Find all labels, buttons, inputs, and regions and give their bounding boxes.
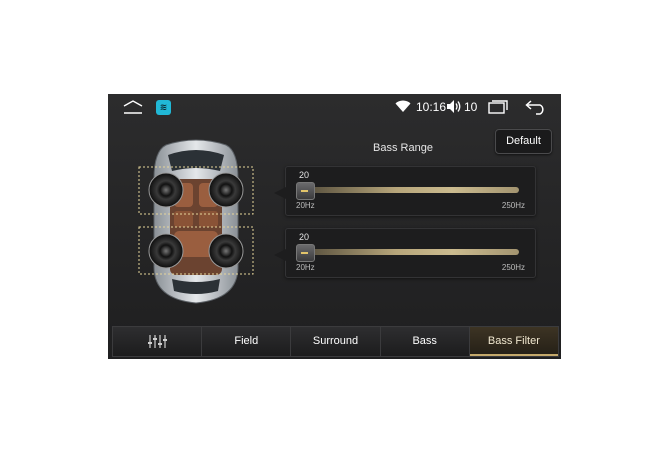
bass-range-title: Bass Range <box>373 142 433 154</box>
tab-bar: Field Surround Bass Enhancement Bass Fil… <box>112 326 559 357</box>
bass-range-slider-1: 20 20Hz 250Hz <box>274 166 536 216</box>
slider-value: 20 <box>299 170 310 180</box>
tab-surround[interactable]: Surround <box>291 327 381 356</box>
slider-track[interactable] <box>296 249 519 255</box>
car-audio-screen: ≋ 10:16 10 Default Bass Range 20 20Hz 25… <box>108 94 561 359</box>
status-time: 10:16 <box>416 100 447 114</box>
slider-min-label: 20Hz <box>296 263 315 272</box>
tab-bass-filter[interactable]: Bass Filter <box>469 327 559 356</box>
slider-value: 20 <box>299 232 310 242</box>
wifi-icon <box>395 100 411 112</box>
tab-equalizer[interactable] <box>113 327 203 356</box>
slider-thumb[interactable] <box>296 244 315 262</box>
status-bar: ≋ 10:16 10 <box>108 94 561 120</box>
slider-pointer <box>274 187 286 199</box>
slider-pointer <box>274 249 286 261</box>
slider-max-label: 250Hz <box>501 263 525 272</box>
volume-icon[interactable] <box>446 99 462 114</box>
app-icon[interactable]: ≋ <box>156 100 171 115</box>
recents-icon[interactable] <box>488 100 508 114</box>
tab-field[interactable]: Field <box>202 327 292 356</box>
slider-thumb[interactable] <box>296 182 315 200</box>
equalizer-icon <box>148 335 167 348</box>
back-icon[interactable] <box>525 99 547 115</box>
home-icon[interactable] <box>123 100 143 114</box>
tab-bass-enhancement[interactable]: Bass Enhancement <box>380 327 470 356</box>
slider-max-label: 250Hz <box>501 201 525 210</box>
default-button[interactable]: Default <box>495 129 552 154</box>
slider-min-label: 20Hz <box>296 201 315 210</box>
volume-level: 10 <box>464 100 478 114</box>
bass-range-slider-2: 20 20Hz 250Hz <box>274 228 536 278</box>
slider-track[interactable] <box>296 187 519 193</box>
car-speaker-diagram <box>138 139 254 304</box>
